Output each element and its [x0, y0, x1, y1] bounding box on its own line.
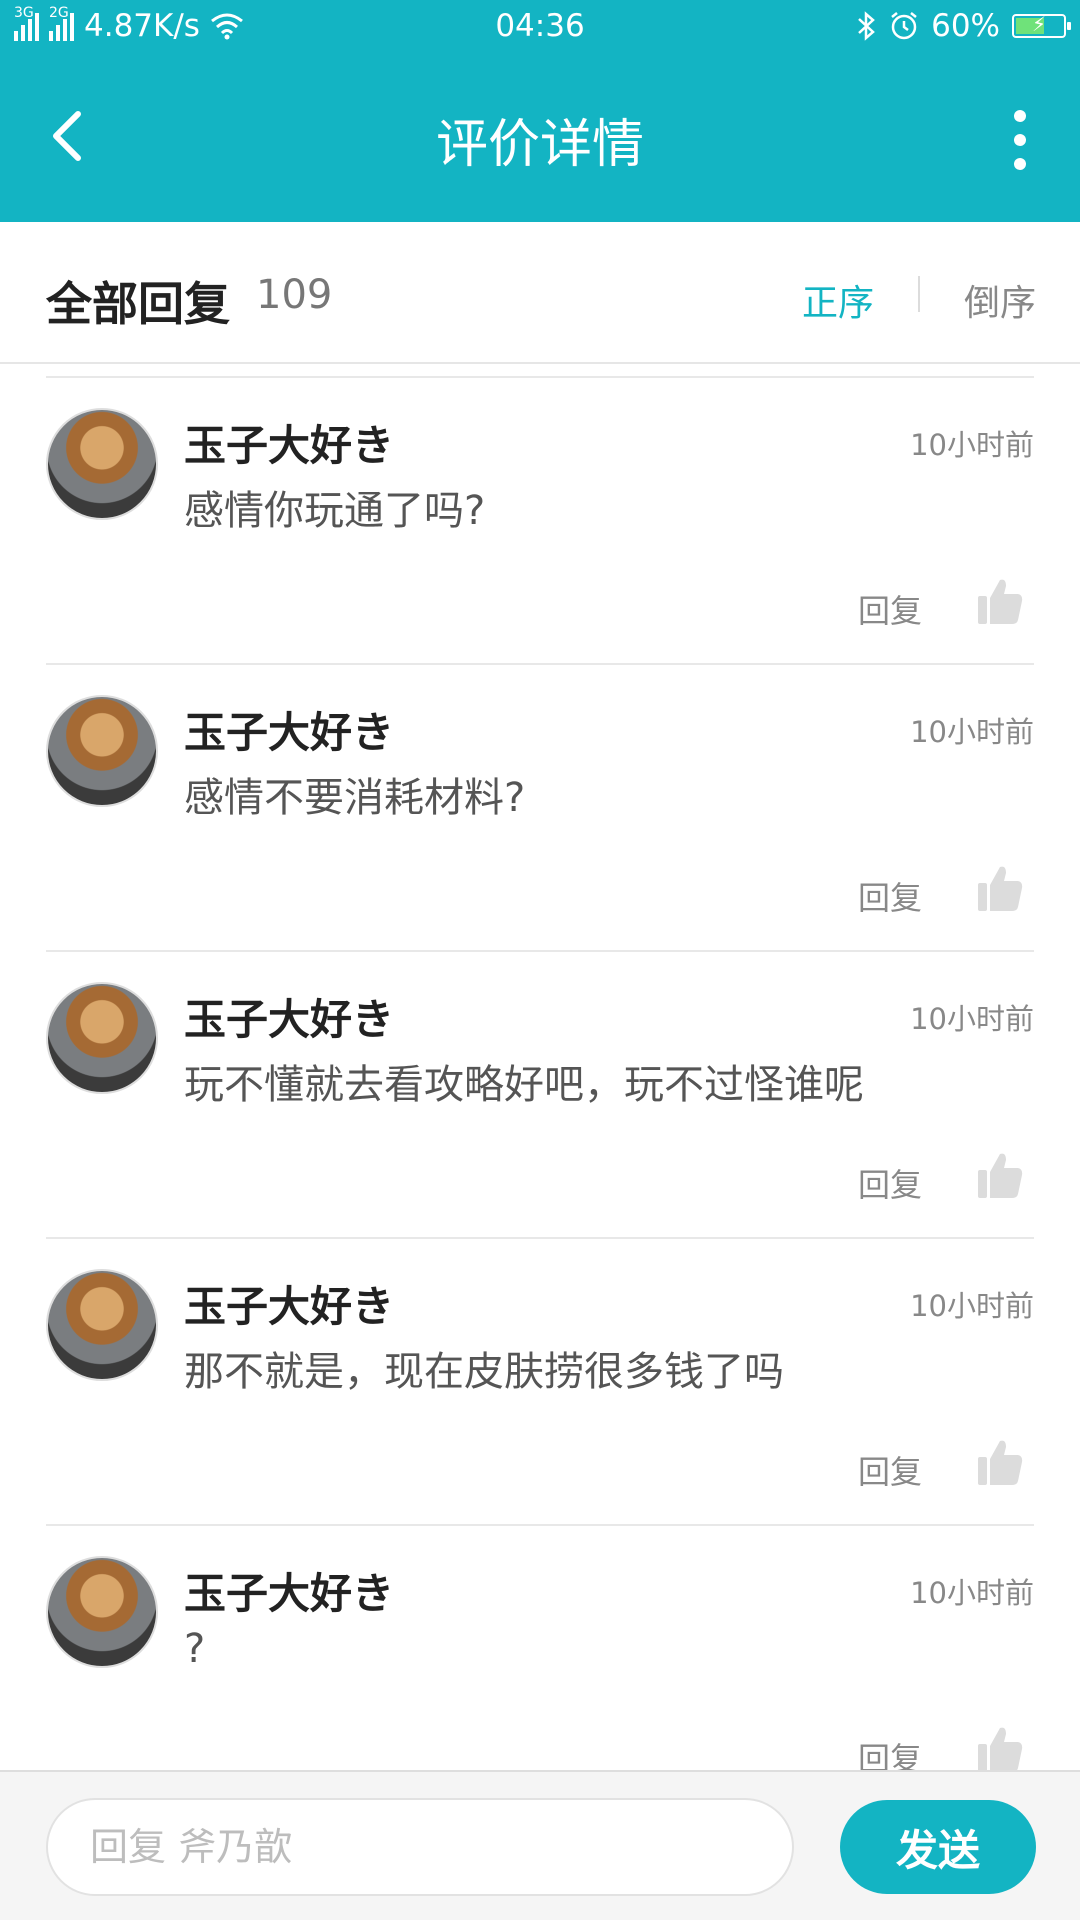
- comment-time: 10小时前: [910, 1289, 1034, 1323]
- comment-text: 那不就是，现在皮肤捞很多钱了吗: [184, 1349, 784, 1395]
- comment-username[interactable]: 玉子大好き: [184, 986, 394, 1047]
- reply-input[interactable]: [46, 1798, 794, 1896]
- sort-divider: [918, 276, 920, 312]
- comment-time: 10小时前: [910, 428, 1034, 462]
- comment-item: 玉子大好き 10小时前 玩不懂就去看攻略好吧，玩不过怪谁呢 回复: [0, 952, 1080, 1239]
- app-header: 评价详情: [0, 56, 1080, 222]
- thumbs-up-icon[interactable]: [976, 1724, 1024, 1770]
- battery-percent: 60%: [931, 8, 1000, 44]
- charging-icon: ⚡: [1031, 12, 1047, 36]
- page-title: 评价详情: [435, 115, 644, 175]
- avatar[interactable]: [46, 982, 158, 1094]
- status-right: 60% ⚡: [855, 8, 1071, 44]
- sort-ascending-tab[interactable]: 正序: [802, 274, 874, 326]
- comment-text: 玩不懂就去看攻略好吧，玩不过怪谁呢: [184, 1062, 864, 1108]
- replies-header: 全部回复 109 正序 倒序: [0, 222, 1080, 364]
- sort-descending-tab[interactable]: 倒序: [964, 274, 1036, 326]
- thumbs-up-icon[interactable]: [976, 1437, 1024, 1487]
- comment-item: 玉子大好き 10小时前 感情不要消耗材料? 回复: [0, 665, 1080, 952]
- comment-time: 10小时前: [910, 715, 1034, 749]
- avatar[interactable]: [46, 1556, 158, 1668]
- comment-list[interactable]: 玉子大好き 10小时前 感情你玩通了吗? 回复 玉子大好き 10小时前 感情不要…: [0, 376, 1080, 1770]
- thumbs-up-icon[interactable]: [976, 576, 1024, 626]
- comment-time: 10小时前: [910, 1576, 1034, 1610]
- avatar[interactable]: [46, 695, 158, 807]
- reply-button[interactable]: 回复: [858, 1734, 922, 1770]
- reply-button[interactable]: 回复: [858, 1160, 922, 1206]
- comment-username[interactable]: 玉子大好き: [184, 699, 394, 760]
- battery-icon: ⚡: [1012, 12, 1071, 38]
- avatar[interactable]: [46, 1269, 158, 1381]
- replies-count: 109: [256, 272, 333, 318]
- comment-username[interactable]: 玉子大好き: [184, 1560, 394, 1621]
- reply-button[interactable]: 回复: [858, 586, 922, 632]
- comment-time: 10小时前: [910, 1002, 1034, 1036]
- avatar[interactable]: [46, 408, 158, 520]
- thumbs-up-icon[interactable]: [976, 863, 1024, 913]
- reply-button[interactable]: 回复: [858, 1447, 922, 1493]
- bluetooth-icon: [858, 11, 875, 41]
- send-button[interactable]: 发送: [840, 1800, 1036, 1894]
- comment-item: 玉子大好き 10小时前 ? 回复: [0, 1526, 1080, 1770]
- more-options-icon[interactable]: [1000, 110, 1040, 170]
- comment-text: ?: [184, 1626, 206, 1672]
- comment-item: 玉子大好き 10小时前 那不就是，现在皮肤捞很多钱了吗 回复: [0, 1239, 1080, 1526]
- comment-text: 感情不要消耗材料?: [184, 775, 526, 821]
- comment-username[interactable]: 玉子大好き: [184, 412, 394, 473]
- alarm-icon: [891, 12, 917, 40]
- comment-username[interactable]: 玉子大好き: [184, 1273, 394, 1334]
- comment-item: 玉子大好き 10小时前 感情你玩通了吗? 回复: [0, 378, 1080, 665]
- status-bar: 3G 2G 4.87K/s 04:36 60% ⚡: [0, 0, 1080, 56]
- comment-text: 感情你玩通了吗?: [184, 488, 486, 534]
- replies-label: 全部回复: [46, 277, 230, 331]
- reply-bar: 发送: [0, 1770, 1080, 1920]
- reply-button[interactable]: 回复: [858, 873, 922, 919]
- thumbs-up-icon[interactable]: [976, 1150, 1024, 1200]
